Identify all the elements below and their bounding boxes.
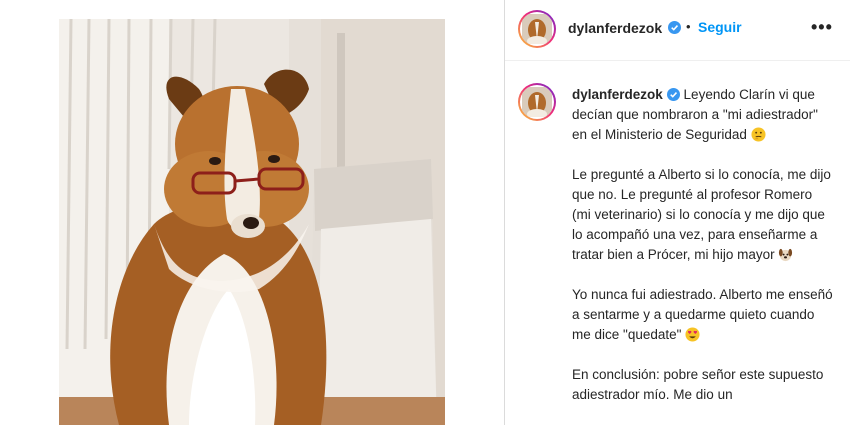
caption-paragraph: Yo nunca fui adiestrado. Alberto me ense… [572, 285, 834, 345]
heart-eyes-emoji [685, 327, 700, 342]
post-photo[interactable] [59, 19, 445, 425]
caption-paragraph: En conclusión: pobre señor este supuesto… [572, 365, 834, 405]
caption-line-4: En conclusión: pobre señor este supuesto… [572, 367, 824, 402]
caption-text: dylanferdezok Leyendo Clarín vi que decí… [572, 85, 834, 425]
caption-username-link[interactable]: dylanferdezok [572, 87, 663, 102]
caption-section: dylanferdezok Leyendo Clarín vi que decí… [505, 61, 850, 425]
follow-button[interactable]: Seguir [698, 19, 742, 35]
separator-dot: • [686, 19, 691, 34]
caption-paragraph: dylanferdezok Leyendo Clarín vi que decí… [572, 85, 834, 145]
username-link[interactable]: dylanferdezok [568, 20, 662, 36]
collie-with-glasses-image [59, 19, 445, 425]
post-header: dylanferdezok • Seguir ••• [505, 0, 850, 61]
post-media-area [0, 0, 504, 425]
post-sidebar: dylanferdezok • Seguir ••• dylanferdezok… [505, 0, 850, 425]
thinking-face-emoji [751, 127, 766, 142]
more-options-icon[interactable]: ••• [811, 18, 833, 36]
caption-avatar[interactable] [518, 83, 556, 121]
caption-line-3: Yo nunca fui adiestrado. Alberto me ense… [572, 287, 833, 342]
dog-face-emoji [779, 248, 793, 262]
verified-badge-icon [666, 88, 680, 101]
avatar[interactable] [518, 10, 556, 48]
caption-paragraph: Le pregunté a Alberto si lo conocía, me … [572, 165, 834, 265]
verified-badge-icon [668, 21, 681, 34]
